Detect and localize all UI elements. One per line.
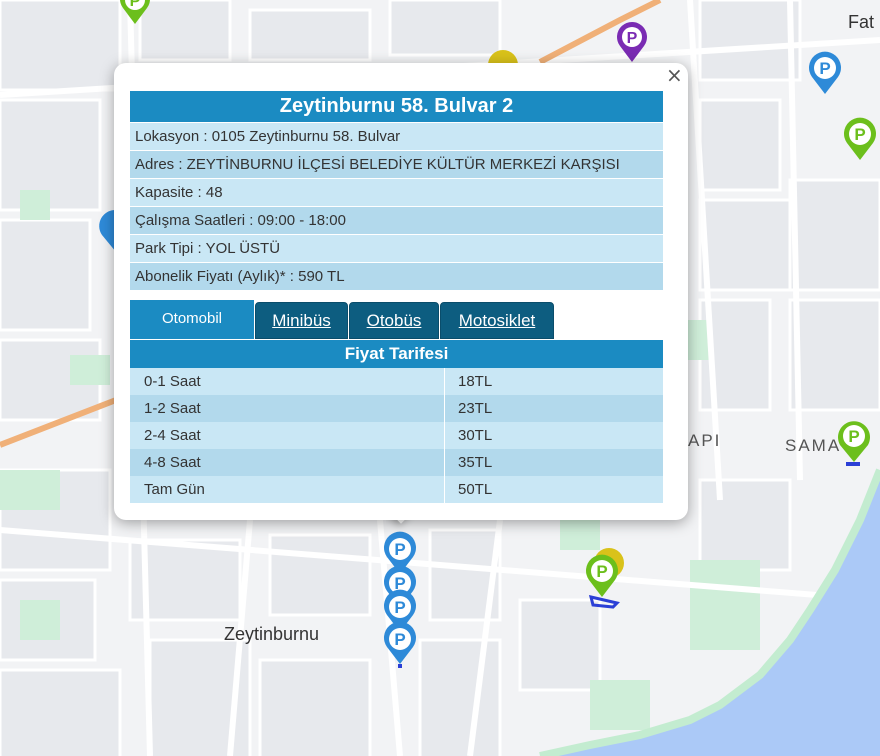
info-location: Lokasyon : 0105 Zeytinburnu 58. Bulvar: [130, 122, 663, 150]
info-address: Adres : ZEYTİNBURNU İLÇESİ BELEDİYE KÜLT…: [130, 150, 663, 178]
parking-marker-icon[interactable]: P: [806, 50, 844, 96]
tab-motosiklet[interactable]: Motosiklet: [440, 302, 554, 339]
table-row: 4-8 Saat 35TL: [130, 449, 663, 476]
tariff-price: 50TL: [458, 481, 493, 498]
table-row: 1-2 Saat 23TL: [130, 395, 663, 422]
parking-marker-icon[interactable]: P: [841, 116, 879, 162]
table-row: Tam Gün 50TL: [130, 476, 663, 503]
svg-text:P: P: [130, 0, 141, 10]
parking-marker-icon[interactable]: P: [585, 545, 629, 609]
tariff-duration: 2-4 Saat: [130, 422, 445, 449]
vehicle-tabs: Otomobil Minibüs Otobüs Motosiklet: [130, 300, 663, 340]
tariff-duration: 0-1 Saat: [130, 368, 445, 395]
parking-marker-icon[interactable]: P: [615, 20, 649, 64]
tariff-duration: 4-8 Saat: [130, 449, 445, 476]
map-label-zeytinburnu: Zeytinburnu: [224, 624, 320, 644]
svg-text:P: P: [627, 30, 638, 47]
parking-info-popup: × Zeytinburnu 58. Bulvar 2 Lokasyon : 01…: [114, 63, 688, 520]
map-label-fatih: Fat: [848, 12, 875, 32]
info-capacity: Kapasite : 48: [130, 178, 663, 206]
tab-minibus[interactable]: Minibüs: [255, 302, 348, 339]
table-row: 0-1 Saat 18TL: [130, 368, 663, 395]
table-row: 2-4 Saat 30TL: [130, 422, 663, 449]
close-icon[interactable]: ×: [666, 65, 683, 85]
svg-text:P: P: [848, 427, 859, 446]
tariff-price: 18TL: [458, 373, 493, 390]
svg-text:P: P: [854, 125, 865, 144]
parking-marker-icon[interactable]: P: [118, 0, 152, 26]
svg-text:P: P: [596, 562, 607, 581]
parking-marker-icon[interactable]: P: [834, 418, 874, 468]
parking-title: Zeytinburnu 58. Bulvar 2: [130, 91, 663, 122]
tariff-duration: Tam Gün: [130, 476, 445, 503]
svg-text:P: P: [394, 540, 405, 559]
parking-marker-icon[interactable]: P P P P: [381, 530, 419, 670]
svg-text:P: P: [819, 59, 830, 78]
map-label-kapi: API: [688, 431, 722, 450]
tariff-price: 30TL: [458, 427, 493, 444]
svg-text:P: P: [394, 598, 405, 617]
info-park-type: Park Tipi : YOL ÜSTÜ: [130, 234, 663, 262]
info-subscription-price: Abonelik Fiyatı (Aylık)* : 590 TL: [130, 262, 663, 290]
tariff-price: 23TL: [458, 400, 493, 417]
tariff-title: Fiyat Tarifesi: [130, 340, 663, 368]
tariff-price: 35TL: [458, 454, 493, 471]
tab-otomobil[interactable]: Otomobil: [130, 300, 254, 339]
tab-otobus[interactable]: Otobüs: [349, 302, 439, 339]
popup-content: Zeytinburnu 58. Bulvar 2 Lokasyon : 0105…: [130, 91, 663, 503]
svg-text:P: P: [394, 630, 405, 649]
tariff-duration: 1-2 Saat: [130, 395, 445, 422]
info-working-hours: Çalışma Saatleri : 09:00 - 18:00: [130, 206, 663, 234]
